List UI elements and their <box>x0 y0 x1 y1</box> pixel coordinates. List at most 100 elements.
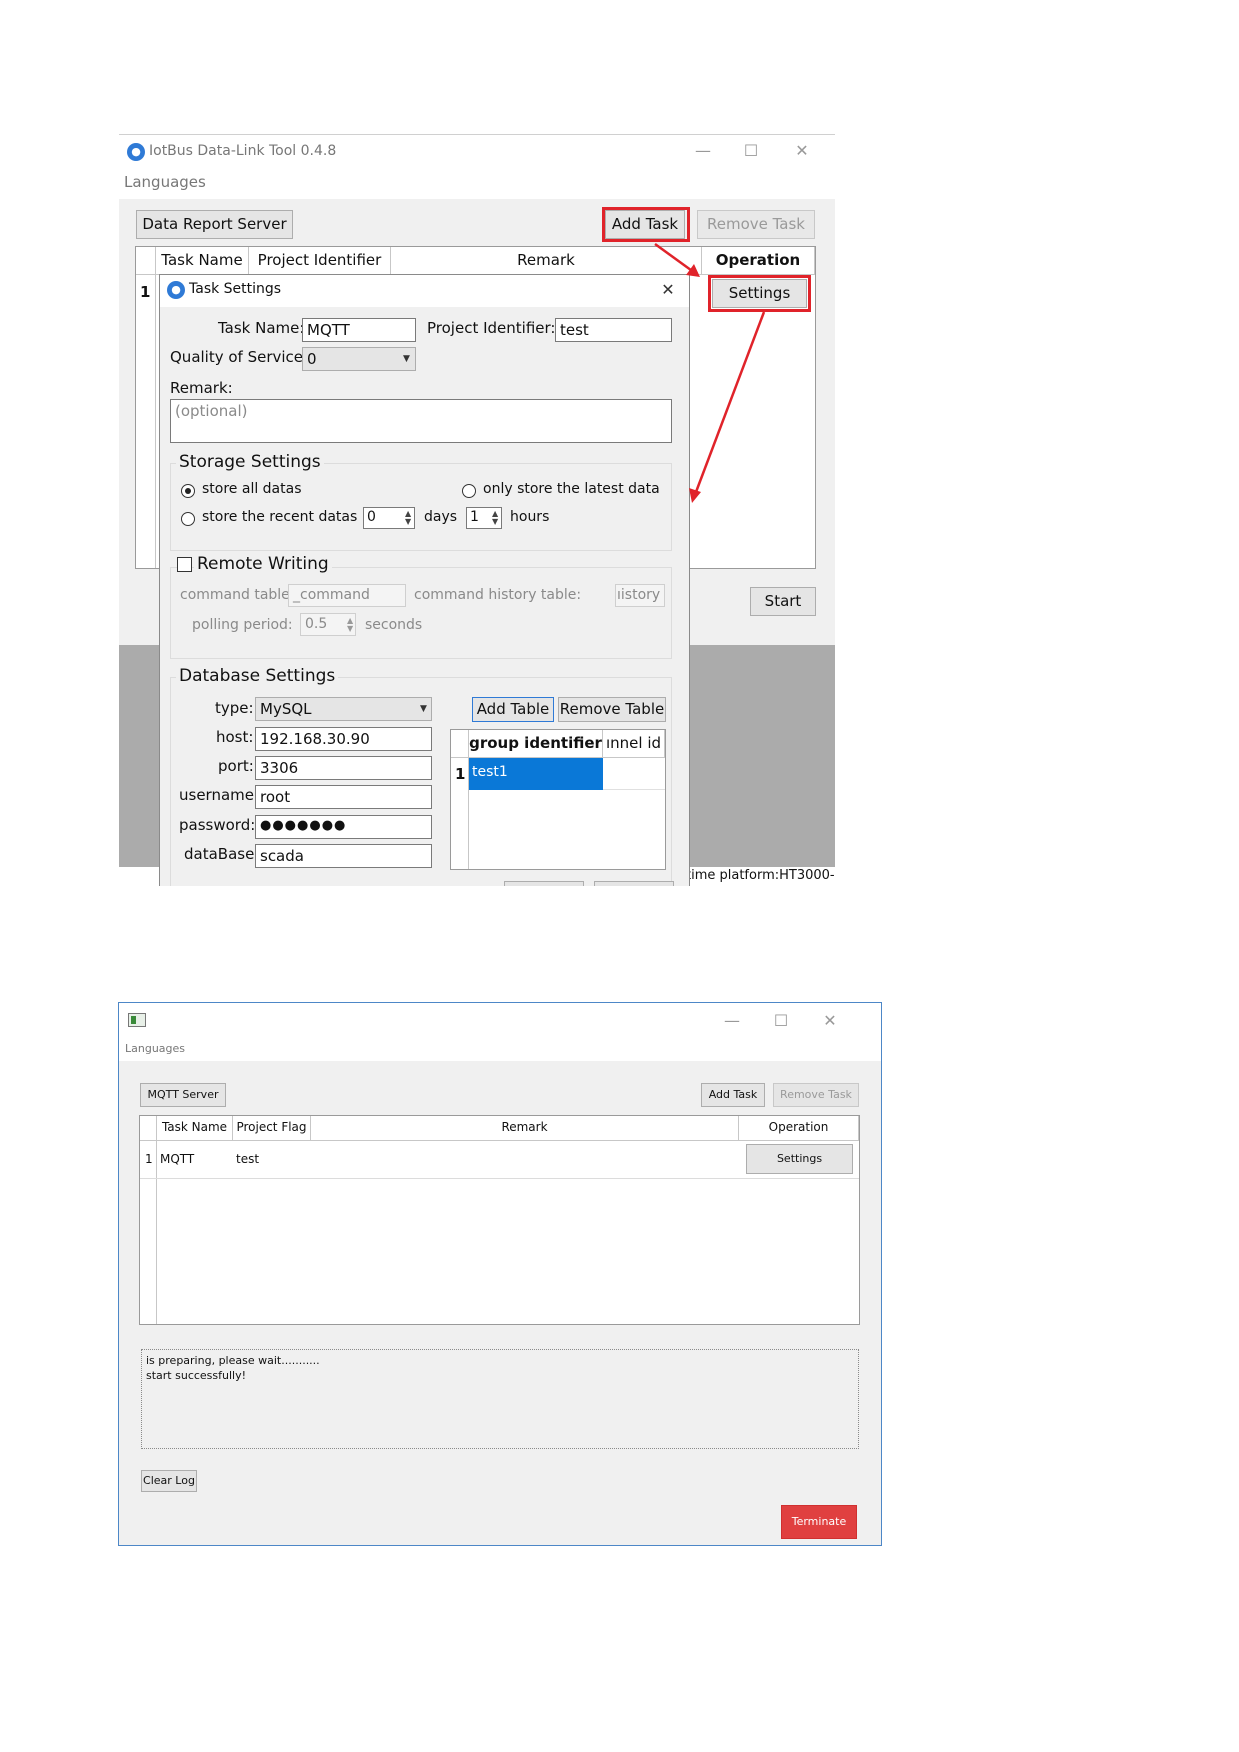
project-identifier-input[interactable]: test <box>555 318 672 342</box>
add-table-button[interactable]: Add Table <box>472 697 554 722</box>
add-task-button-2[interactable]: Add Task <box>701 1083 765 1107</box>
dialog-cancel-button[interactable] <box>594 881 674 886</box>
close-icon-2[interactable]: ✕ <box>820 1013 840 1029</box>
log-line: start successfully! <box>146 1369 247 1382</box>
db-password-label: password: <box>179 816 256 834</box>
storage-settings-group <box>170 463 672 551</box>
database-settings-title: Database Settings <box>176 666 339 686</box>
cell-task-name[interactable]: MQTT <box>160 1152 194 1166</box>
column-remark-2[interactable]: Remark <box>311 1116 739 1141</box>
window-title: IotBus Data-Link Tool 0.4.8 <box>149 143 337 159</box>
log-panel[interactable]: is preparing, please wait........... sta… <box>141 1349 859 1449</box>
column-project-flag[interactable]: Project Flag <box>233 1116 311 1141</box>
remove-table-button[interactable]: Remove Table <box>558 697 666 722</box>
task-table-2: Task Name Project Flag Remark Operation … <box>139 1115 860 1325</box>
column-operation[interactable]: Operation <box>702 247 815 275</box>
command-history-input[interactable]: ıistory <box>615 584 665 607</box>
command-history-label: command history table: <box>414 587 582 603</box>
qos-select[interactable]: 0 <box>302 347 416 371</box>
command-table-label: command table: <box>180 587 295 603</box>
menu-bar-2: Languages <box>119 1039 881 1061</box>
store-all-label: store all datas <box>202 481 302 497</box>
remote-writing-checkbox[interactable] <box>177 557 192 572</box>
table-row-channel-cell[interactable] <box>603 758 665 790</box>
store-latest-label: only store the latest data <box>483 481 660 497</box>
seconds-label: seconds <box>365 617 423 633</box>
table-row-number: 1 <box>455 765 466 783</box>
column-task-name-2[interactable]: Task Name <box>157 1116 233 1141</box>
app-icon <box>128 1013 146 1027</box>
dialog-title-bar: ● Task Settings ✕ <box>160 275 689 307</box>
db-password-input[interactable]: ●●●●●●● <box>255 815 432 839</box>
app-logo-icon: ● <box>127 143 145 161</box>
dialog-title: Task Settings <box>189 281 282 297</box>
db-type-dropdown-icon: ▼ <box>420 704 427 714</box>
db-database-label: dataBase: <box>184 845 260 863</box>
task-name-input[interactable]: MQTT <box>302 318 416 342</box>
store-recent-radio[interactable] <box>181 512 195 526</box>
maximize-icon[interactable]: ☐ <box>741 143 761 159</box>
title-bar: ● IotBus Data-Link Tool 0.4.8 — ☐ ✕ <box>119 135 835 169</box>
polling-spin-icon[interactable]: ▲ ▼ <box>347 617 353 633</box>
remark-label: Remark: <box>170 379 233 397</box>
table-row[interactable]: 1 MQTT test Settings <box>140 1141 859 1179</box>
minimize-icon[interactable]: — <box>693 143 713 159</box>
qos-value: 0 <box>307 350 317 368</box>
remote-writing-title: Remote Writing <box>194 554 332 574</box>
db-type-select[interactable]: MySQL <box>255 697 432 721</box>
maximize-icon-2[interactable]: ☐ <box>771 1013 791 1029</box>
column-remark[interactable]: Remark <box>391 247 702 275</box>
close-icon[interactable]: ✕ <box>792 143 812 159</box>
minimize-icon-2[interactable]: — <box>722 1013 742 1029</box>
qos-label: Quality of Service: <box>170 348 309 366</box>
add-task-highlight <box>602 207 690 242</box>
remove-task-button[interactable]: Remove Task <box>697 210 815 239</box>
dialog-ok-button[interactable] <box>504 881 584 886</box>
table-list-grid: group identifier ınnel id 1 test1 <box>450 729 666 870</box>
hours-label: hours <box>510 509 550 525</box>
menu-languages-2[interactable]: Languages <box>125 1042 185 1055</box>
store-all-radio[interactable] <box>181 484 195 498</box>
hours-spin-icon[interactable]: ▲ ▼ <box>492 510 498 526</box>
db-username-label: username: <box>179 786 260 804</box>
menu-bar: Languages <box>119 169 835 199</box>
cell-project-flag[interactable]: test <box>236 1152 259 1166</box>
store-latest-radio[interactable] <box>462 484 476 498</box>
command-table-input[interactable]: _command <box>288 584 406 607</box>
menu-languages[interactable]: Languages <box>124 173 206 191</box>
log-line: is preparing, please wait........... <box>146 1354 320 1367</box>
settings-highlight <box>708 275 811 312</box>
row-header-corner <box>136 247 156 275</box>
title-bar-2: — ☐ ✕ <box>119 1003 881 1039</box>
db-host-input[interactable]: 192.168.30.90 <box>255 727 432 751</box>
mqtt-server-button[interactable]: MQTT Server <box>140 1083 226 1107</box>
dialog-logo-icon: ● <box>167 281 185 299</box>
column-task-name[interactable]: Task Name <box>156 247 249 275</box>
dialog-close-icon[interactable]: ✕ <box>658 282 678 298</box>
status-text: time platform:HT3000- <box>686 868 835 883</box>
column-project-identifier[interactable]: Project Identifier <box>249 247 391 275</box>
row-header-corner-2 <box>140 1116 157 1141</box>
project-identifier-label: Project Identifier: <box>427 319 556 337</box>
db-database-input[interactable]: scada <box>255 844 432 868</box>
remove-task-button-2[interactable]: Remove Task <box>773 1083 859 1107</box>
terminate-button[interactable]: Terminate <box>781 1505 857 1539</box>
table-row-group-cell[interactable]: test1 <box>469 758 603 790</box>
db-host-label: host: <box>216 728 254 746</box>
row-number: 1 <box>140 283 151 301</box>
settings-button-2[interactable]: Settings <box>746 1144 853 1174</box>
days-spin-icon[interactable]: ▲ ▼ <box>405 510 411 526</box>
column-group-identifier[interactable]: group identifier <box>469 730 603 758</box>
column-channel-id[interactable]: ınnel id <box>603 730 665 758</box>
start-button[interactable]: Start <box>750 587 816 616</box>
clear-log-button[interactable]: Clear Log <box>141 1470 197 1492</box>
db-port-label: port: <box>218 757 254 775</box>
db-port-input[interactable]: 3306 <box>255 756 432 780</box>
remark-input[interactable]: (optional) <box>170 399 672 443</box>
task-settings-dialog: ● Task Settings ✕ Task Name: MQTT Projec… <box>159 274 690 886</box>
db-username-input[interactable]: root <box>255 785 432 809</box>
store-recent-label: store the recent datas <box>202 509 358 525</box>
column-operation-2[interactable]: Operation <box>739 1116 859 1141</box>
data-report-server-button[interactable]: Data Report Server <box>136 210 293 239</box>
db-type-value: MySQL <box>260 700 312 718</box>
